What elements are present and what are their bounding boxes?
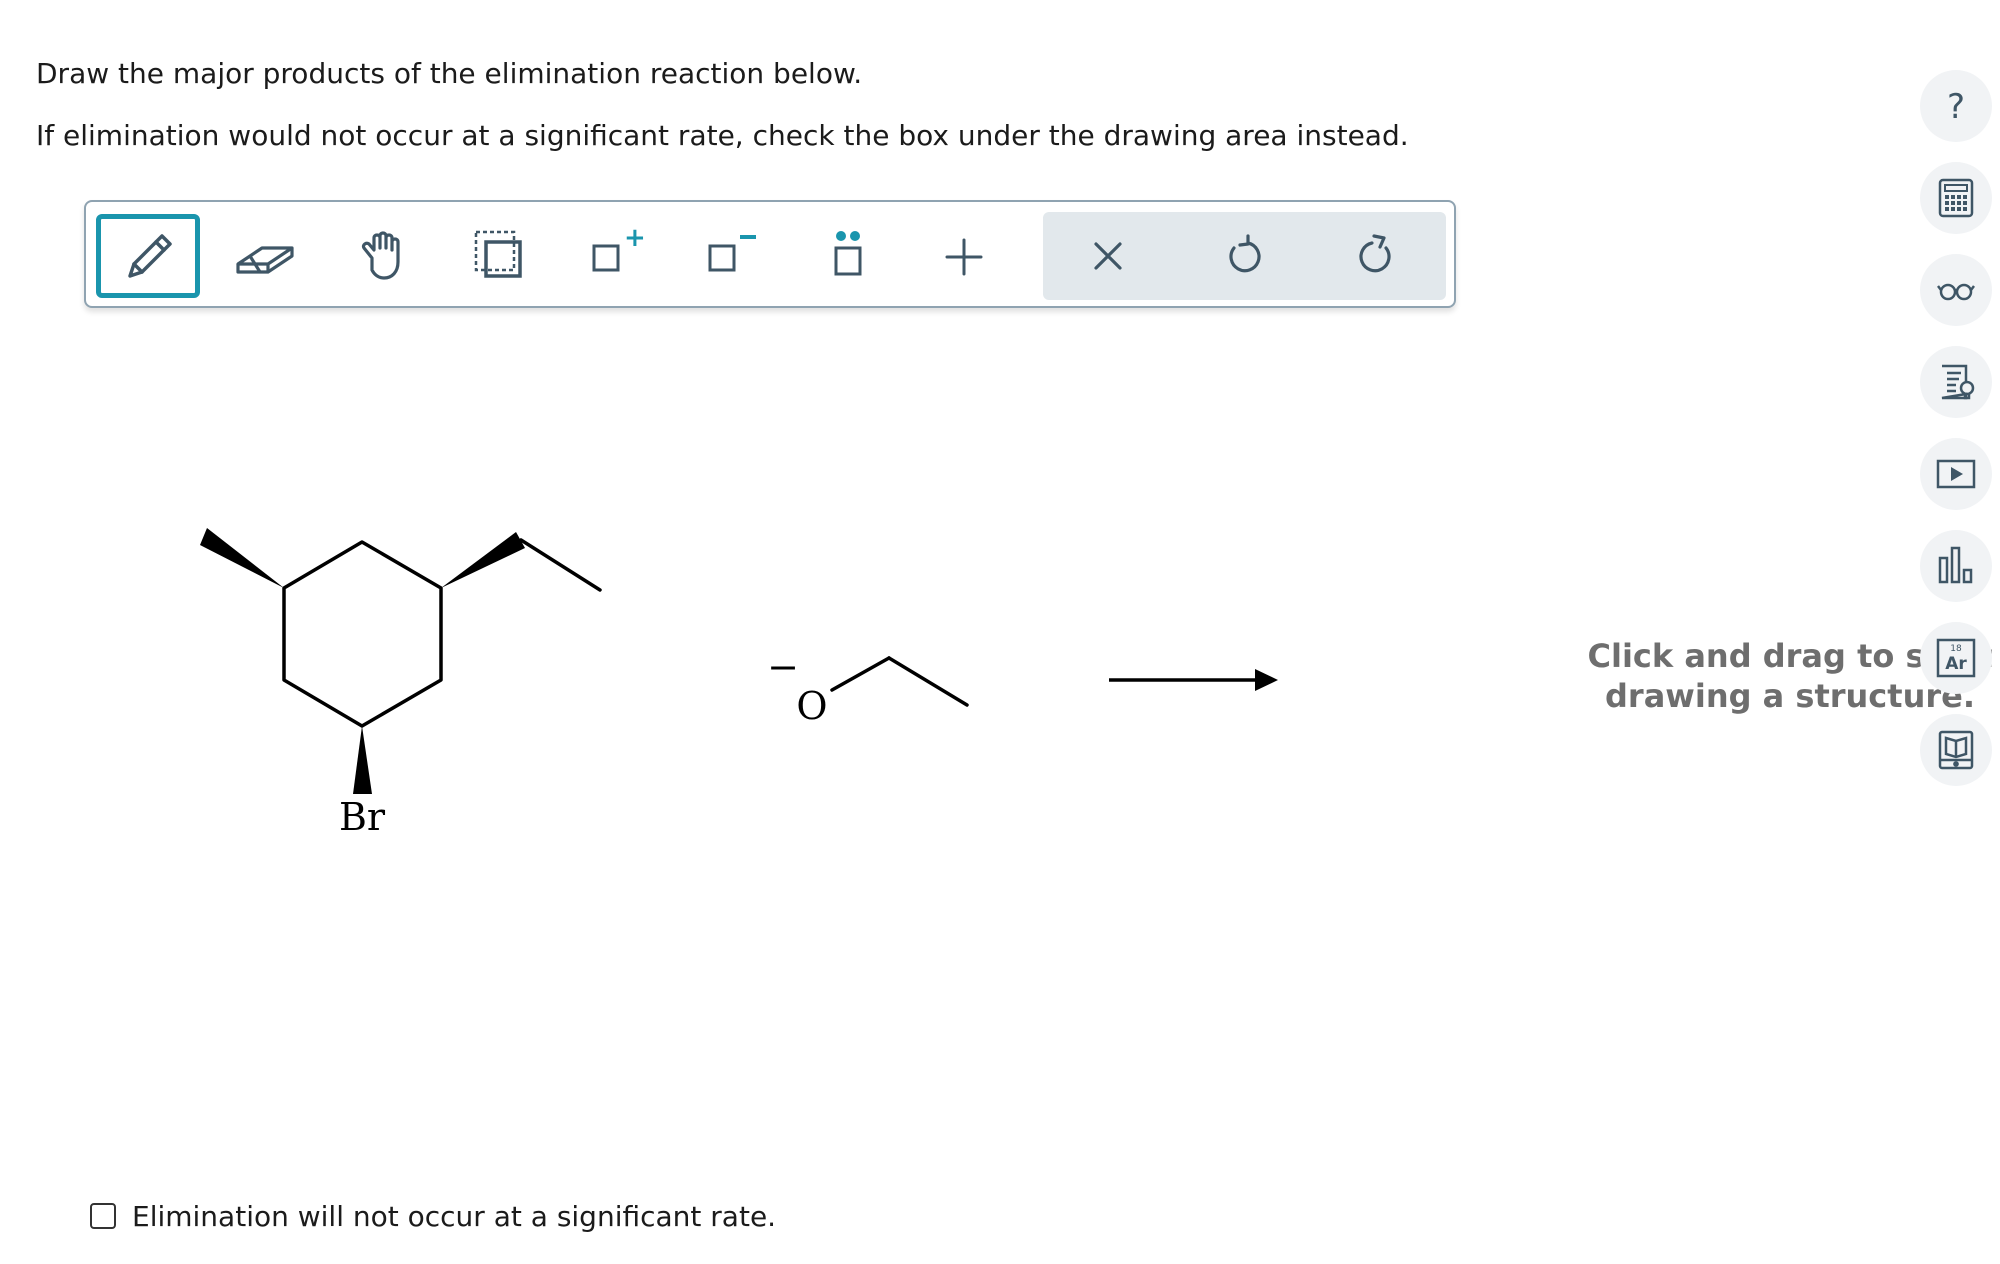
arrow-head <box>1255 669 1278 691</box>
nucleophile-charge: − <box>767 645 799 689</box>
wedge-bond-methyl <box>200 528 284 588</box>
wedge-bond-ethyl <box>441 532 525 588</box>
reference-button[interactable] <box>1920 346 1992 418</box>
o-c-bond <box>830 656 891 692</box>
bromine-label: Br <box>339 795 386 839</box>
reaction-arrow <box>1109 669 1278 691</box>
textbook-icon <box>1938 730 1974 770</box>
svg-text:?: ? <box>1947 87 1965 127</box>
svg-text:Ar: Ar <box>1945 654 1967 674</box>
ethoxide-reagent: − O <box>767 645 969 728</box>
periodic-table-button[interactable]: 18 Ar <box>1920 622 1992 694</box>
nucleophile-oxygen-label: O <box>796 684 827 728</box>
calculator-icon <box>1938 178 1974 218</box>
svg-text:18: 18 <box>1950 644 1962 654</box>
wedge-bond-bromine <box>353 726 372 794</box>
help-icon: ? <box>1947 87 1965 127</box>
ethyl-bond <box>519 538 602 592</box>
reaction-scheme: Br − O <box>200 528 1278 839</box>
glasses-button[interactable] <box>1920 254 1992 326</box>
bar-chart-icon <box>1938 546 1973 584</box>
c-c-bond <box>887 656 969 707</box>
cyclohexane-ring <box>282 540 443 728</box>
no-elimination-option: Elimination will not occur at a signific… <box>90 1196 776 1236</box>
no-elimination-checkbox[interactable] <box>90 1203 116 1229</box>
substrate-molecule: Br <box>200 528 602 839</box>
glasses-icon <box>1937 283 1975 301</box>
reference-icon <box>1941 364 1975 400</box>
textbook-button[interactable] <box>1920 714 1992 786</box>
video-button[interactable] <box>1920 438 1992 510</box>
bar-chart-button[interactable] <box>1920 530 1992 602</box>
calculator-button[interactable] <box>1920 162 1992 234</box>
video-icon <box>1936 459 1976 489</box>
periodic-table-icon: 18 Ar <box>1936 638 1976 678</box>
help-button[interactable]: ? <box>1920 70 1992 142</box>
no-elimination-label: Elimination will not occur at a signific… <box>132 1199 777 1233</box>
